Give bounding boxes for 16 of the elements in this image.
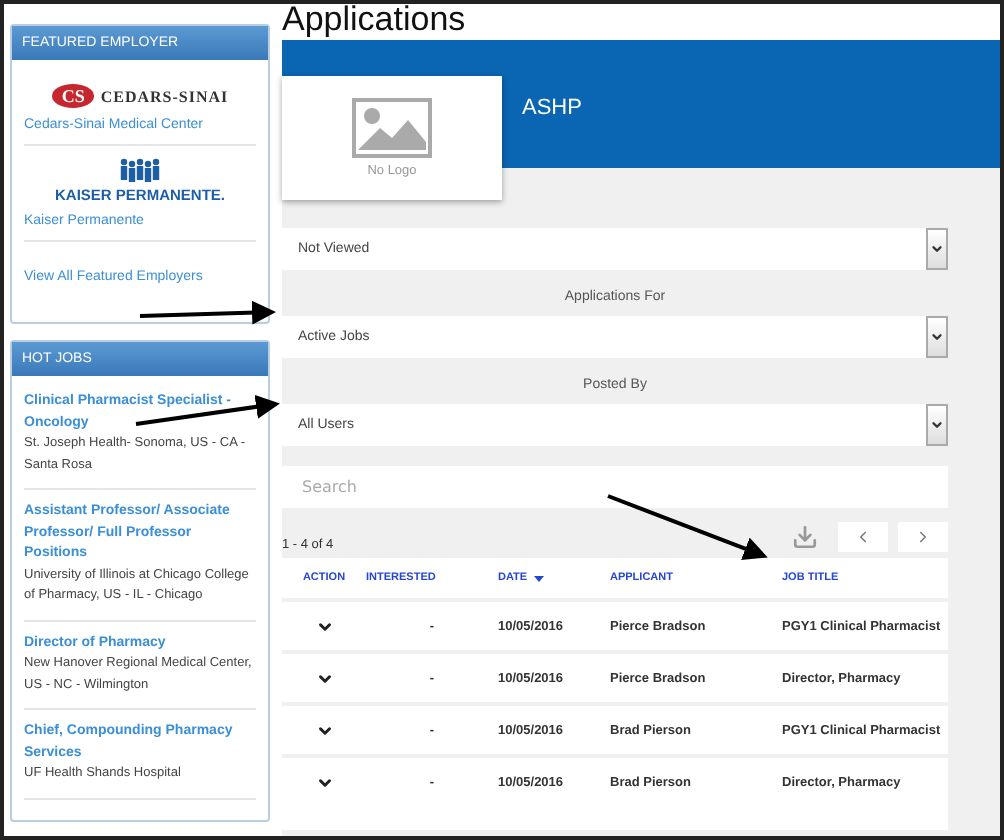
search-field[interactable]: Search bbox=[282, 466, 948, 508]
chevron-right-icon bbox=[914, 528, 932, 546]
employer-logo: CS CEDARS-SINAI bbox=[24, 84, 256, 108]
image-placeholder-icon bbox=[352, 98, 432, 158]
sort-caret-icon bbox=[533, 575, 544, 581]
expand-icon[interactable] bbox=[315, 669, 333, 687]
annotation-arrow bbox=[139, 300, 276, 325]
dropdown-icon bbox=[930, 330, 944, 344]
chevron-left-icon bbox=[854, 528, 872, 546]
dropdown-icon bbox=[930, 418, 944, 432]
page-title: Applications bbox=[282, 4, 468, 40]
expand-icon[interactable] bbox=[315, 617, 333, 635]
employer-name: ASHP bbox=[522, 96, 582, 120]
dropdown-icon bbox=[930, 242, 944, 256]
expand-icon[interactable] bbox=[315, 773, 333, 791]
expand-icon[interactable] bbox=[315, 721, 333, 739]
